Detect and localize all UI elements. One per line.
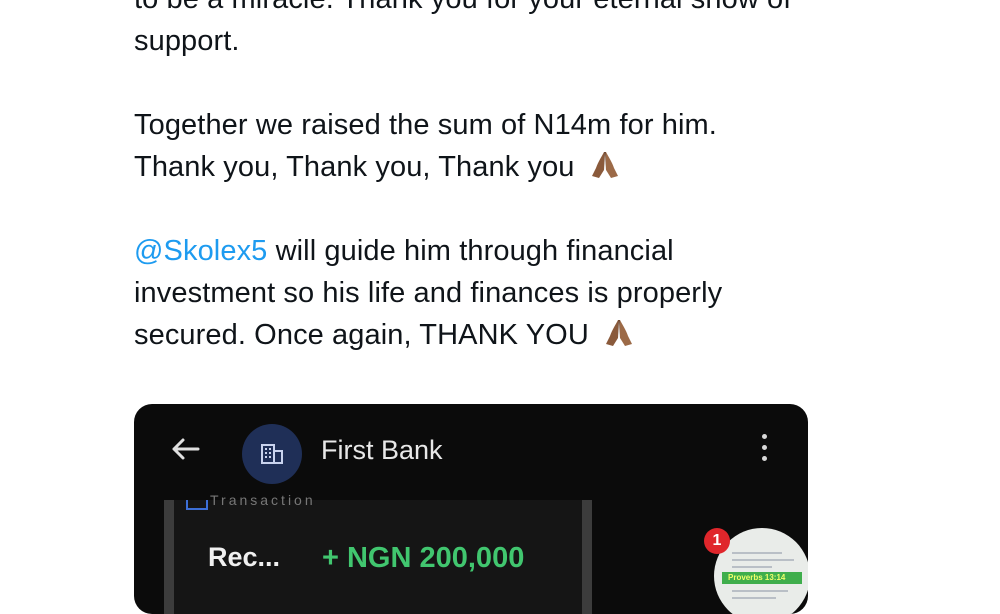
tweet-guide-text: will guide him through financial xyxy=(267,235,674,267)
tweet-secured-text: secured. Once again, THANK YOU xyxy=(134,319,589,351)
tweet-line-clipped: to be a miracle. Thank you for your eter… xyxy=(134,0,854,20)
transaction-panel: Transaction Rec... + NGN 200,000 xyxy=(164,492,592,614)
app-top-bar: First Bank xyxy=(134,404,808,494)
received-amount: + NGN 200,000 xyxy=(322,542,525,574)
received-label: Rec... xyxy=(208,542,281,572)
folded-hands-icon xyxy=(591,152,618,178)
tweet-line-investment: investment so his life and finances is p… xyxy=(134,277,723,309)
tweet-line-raised: Together we raised the sum of N14m for h… xyxy=(134,109,717,141)
folded-hands-icon xyxy=(606,320,633,346)
bank-avatar xyxy=(242,424,302,484)
bank-name: First Bank xyxy=(321,435,443,465)
back-arrow-icon[interactable] xyxy=(168,432,202,466)
tweet-line-secured: secured. Once again, THANK YOU xyxy=(134,314,854,356)
attached-screenshot[interactable]: First Bank Transaction Rec... + NGN 200,… xyxy=(134,404,808,614)
tweet-line-guide: @Skolex5 will guide him through financia… xyxy=(134,230,854,272)
mention-link[interactable]: @Skolex5 xyxy=(134,235,267,267)
section-label: Transaction xyxy=(210,492,316,506)
tweet-line-thanks: Thank you, Thank you, Thank you xyxy=(134,146,854,188)
notification-badge: 1 xyxy=(704,528,730,554)
more-options-icon[interactable] xyxy=(760,434,770,468)
tweet-line-support: support. xyxy=(134,25,240,57)
tweet-thanks-text: Thank you, Thank you, Thank you xyxy=(134,151,575,183)
building-icon xyxy=(261,444,283,464)
thumbnail-caption: Proverbs 13:14 xyxy=(728,573,786,582)
tweet-text: to be a miracle. Thank you for your eter… xyxy=(134,0,854,356)
transaction-icon xyxy=(186,500,208,510)
